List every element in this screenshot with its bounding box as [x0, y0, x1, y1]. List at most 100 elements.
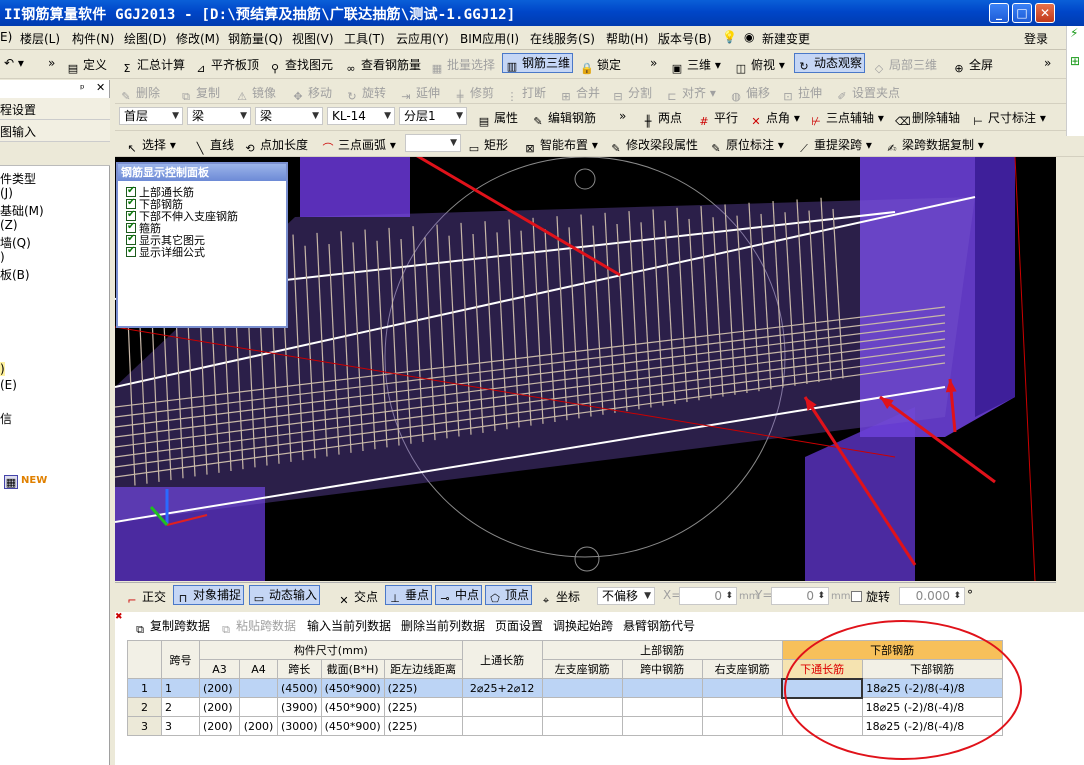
obj-snap-toggle[interactable]: ⊓ 对象捕捉	[173, 585, 245, 605]
layer-select[interactable]: 分层1 ▼	[399, 107, 467, 125]
local-3d-button[interactable]: ◇ 局部三维	[872, 56, 937, 76]
menu-view[interactable]: 视图(V)	[292, 30, 334, 47]
edit-span-button[interactable]: ✎ 修改梁段属性	[609, 136, 698, 156]
mid-toggle[interactable]: ⊸ 中点	[435, 585, 483, 605]
type-select[interactable]: 梁 ▼	[255, 107, 323, 125]
close-button[interactable]: ✕	[1035, 3, 1055, 23]
orig-mark-button[interactable]: ✎ 原位标注 ▾	[709, 136, 783, 156]
parallel-button[interactable]: # 平行	[697, 109, 738, 129]
offset-mode-select[interactable]: 不偏移 ▼	[597, 587, 655, 605]
overflow-chevron-icon-4[interactable]: »	[619, 109, 626, 123]
dyn-input-toggle[interactable]: ▭ 动态输入	[249, 585, 321, 605]
top-view-button[interactable]: ◫ 俯视 ▾	[734, 56, 785, 76]
menu-version[interactable]: 版本号(B)	[658, 30, 712, 47]
merge-button[interactable]: ⊞ 合并	[559, 84, 600, 104]
menu-modify[interactable]: 修改(M)	[176, 30, 220, 47]
menu-draw[interactable]: 绘图(D)	[124, 30, 167, 47]
point-angle-button[interactable]: ✕ 点角 ▾	[749, 109, 799, 129]
select-button[interactable]: ↖ 选择 ▾	[125, 136, 175, 156]
menu-component[interactable]: 构件(N)	[72, 30, 114, 47]
overflow-chevron-icon-3[interactable]: »	[1044, 56, 1051, 70]
input-col-data-button[interactable]: 输入当前列数据	[307, 617, 391, 634]
arc-button[interactable]: ⌒ 三点画弧 ▾	[321, 136, 396, 156]
paste-span-data-button[interactable]: ⧉ 粘贴跨数据	[219, 617, 296, 637]
pin-icon[interactable]: ᵖ	[80, 82, 85, 95]
set-grip-button[interactable]: ✐ 设置夹点	[835, 84, 900, 104]
perp-toggle[interactable]: ⊥ 垂点	[385, 585, 433, 605]
three-d-button[interactable]: ▣ 三维 ▾	[670, 56, 721, 76]
reextract-button[interactable]: ⟋ 重提梁跨 ▾	[797, 136, 872, 156]
tree-item-selected[interactable]: )	[0, 362, 5, 376]
overflow-chevron-icon-2[interactable]: »	[650, 56, 657, 70]
mirror-button[interactable]: ⚠ 镜像	[235, 84, 276, 104]
category-select[interactable]: 梁 ▼	[187, 107, 251, 125]
offset-button[interactable]: ◍ 偏移	[729, 84, 770, 104]
menu-cloud[interactable]: 云应用(Y)	[396, 30, 449, 47]
tree-item-z[interactable]: (Z)	[0, 218, 18, 232]
edit-rebar-button[interactable]: ✎ 编辑钢筋	[531, 109, 596, 129]
vertex-toggle[interactable]: ⬠ 顶点	[485, 585, 533, 605]
arc-mode-select[interactable]: ▼	[405, 134, 461, 152]
line-button[interactable]: ╲ 直线	[193, 136, 234, 156]
two-points-button[interactable]: ╫ 两点	[641, 109, 682, 129]
undo-icon[interactable]: ↶ ▾	[4, 56, 24, 70]
tree-item-types[interactable]: 件类型	[0, 170, 36, 187]
move-button[interactable]: ✥ 移动	[291, 84, 332, 104]
swap-start-span-button[interactable]: 调换起始跨	[553, 617, 613, 634]
menu-new-change[interactable]: 新建变更	[762, 30, 810, 47]
login-link[interactable]: 登录	[1024, 30, 1048, 47]
copy-button[interactable]: ⧉ 复制	[179, 84, 220, 104]
chk-detail-formula[interactable]: 显示详细公式	[126, 244, 205, 260]
minimize-button[interactable]: _	[989, 3, 1009, 23]
menu-floor[interactable]: 楼层(L)	[20, 30, 60, 47]
tree-item-j[interactable]: (J)	[0, 186, 13, 200]
batch-select-button[interactable]: ▦ 批量选择	[430, 56, 495, 76]
page-setup-button[interactable]: 页面设置	[495, 617, 543, 634]
rotate-button[interactable]: ↻ 旋转	[345, 84, 386, 104]
tree-item-e[interactable]: (E)	[0, 378, 17, 392]
define-button[interactable]: ▤ 定义	[66, 56, 107, 76]
maximize-button[interactable]: □	[1012, 3, 1032, 23]
table-close-icon[interactable]: ✖	[115, 612, 123, 622]
coord-toggle[interactable]: ⌖ 坐标	[539, 588, 580, 608]
overflow-chevron-icon[interactable]: »	[48, 56, 55, 70]
nav-item-project-settings[interactable]: 程设置	[0, 98, 110, 120]
split-button[interactable]: ⊟ 分割	[611, 84, 652, 104]
menu-help[interactable]: 帮助(H)	[606, 30, 648, 47]
cantilever-code-button[interactable]: 悬臂钢筋代号	[623, 617, 695, 634]
delete-col-data-button[interactable]: 删除当前列数据	[401, 617, 485, 634]
stretch-button[interactable]: ⊡ 拉伸	[781, 84, 822, 104]
tree-item-paren[interactable]: )	[0, 250, 5, 264]
break-button[interactable]: ⋮ 打断	[505, 84, 547, 104]
y-coord-input[interactable]: 0 ⬍	[771, 587, 829, 605]
sum-calc-button[interactable]: Σ 汇总计算	[120, 56, 186, 76]
fullscreen-button[interactable]: ⊕ 全屏	[952, 56, 993, 76]
rebar-display-control-panel[interactable]: 钢筋显示控制面板 上部通长筋 下部钢筋 下部不伸入支座钢筋 箍筋 显示其它图元 …	[116, 162, 288, 328]
ortho-toggle[interactable]: ⌐ 正交	[125, 588, 166, 608]
copy-span-button[interactable]: ✍ 梁跨数据复制 ▾	[885, 136, 983, 156]
delete-button[interactable]: ✎ 删除	[119, 84, 160, 104]
smart-place-button[interactable]: ⊠ 智能布置 ▾	[523, 136, 597, 156]
menu-tools[interactable]: 工具(T)	[344, 30, 385, 47]
lock-button[interactable]: 🔒 锁定	[580, 56, 621, 76]
tree-item-foundation[interactable]: 基础(M)	[0, 202, 44, 219]
extend-button[interactable]: ⇥ 延伸	[399, 84, 440, 104]
element-select[interactable]: KL-14 ▼	[327, 107, 395, 125]
tree-item-new[interactable]: ▦ NEW	[4, 472, 47, 489]
panel-close-icon[interactable]: ✕	[96, 81, 105, 94]
copy-span-data-button[interactable]: ⧉ 复制跨数据	[133, 617, 210, 637]
tree-item-slab[interactable]: 板(B)	[0, 266, 30, 283]
tree-item-wall[interactable]: 墙(Q)	[0, 234, 31, 251]
find-elem-button[interactable]: ⚲ 查找图元	[268, 56, 333, 76]
dynamic-view-button[interactable]: ↻ 动态观察	[794, 53, 866, 73]
rebar-3d-button[interactable]: ▥ 钢筋三维	[502, 53, 574, 73]
dimension-button[interactable]: ⊢ 尺寸标注 ▾	[971, 109, 1046, 129]
rotate-checkbox[interactable]: 旋转	[851, 588, 890, 605]
del-aux-button[interactable]: ⌫删除辅轴	[895, 109, 960, 129]
tree-item-info[interactable]: 信	[0, 410, 12, 427]
three-aux-button[interactable]: ⊬ 三点辅轴 ▾	[809, 109, 884, 129]
rect-button[interactable]: ▭ 矩形	[467, 136, 508, 156]
menu-bim[interactable]: BIM应用(I)	[460, 30, 519, 47]
point-length-button[interactable]: ⟲ 点加长度	[243, 136, 308, 156]
rotate-input[interactable]: 0.000 ⬍	[899, 587, 965, 605]
